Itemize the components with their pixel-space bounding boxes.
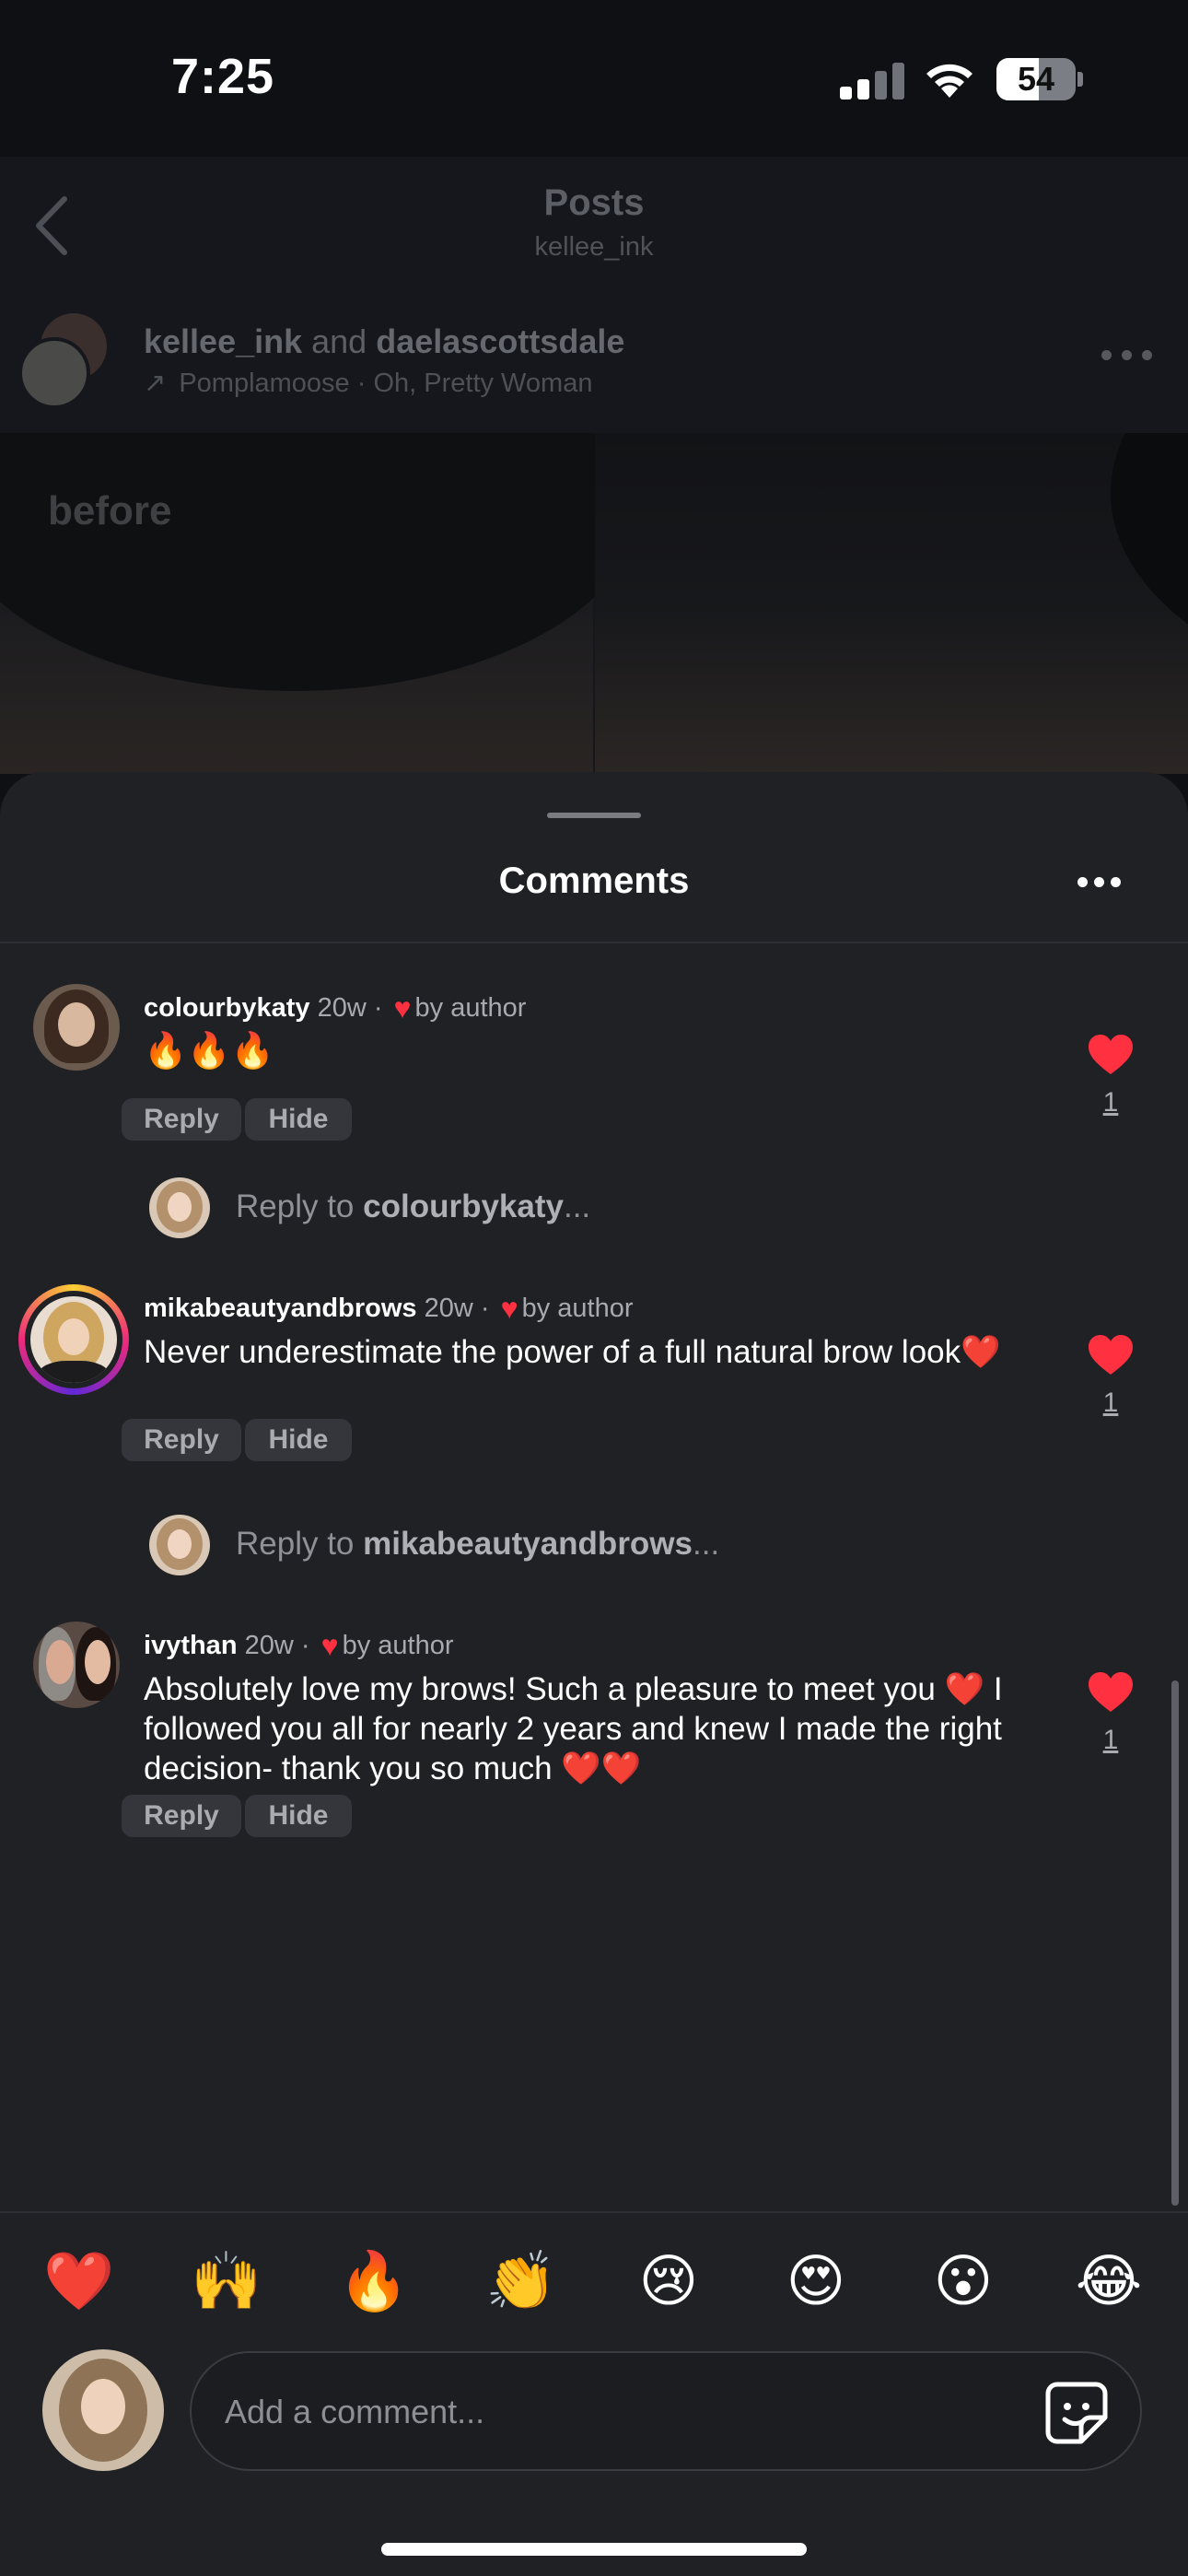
reply-button[interactable]: Reply bbox=[122, 1795, 241, 1837]
commenter-avatar[interactable] bbox=[33, 984, 120, 1071]
sheet-more-icon[interactable] bbox=[1077, 877, 1122, 888]
emoji-clapping-hands[interactable]: 👏 bbox=[484, 2244, 558, 2318]
nav-bar: Posts kellee_ink bbox=[0, 157, 1188, 295]
self-avatar-small bbox=[149, 1177, 210, 1238]
comment-meta: colourbykaty 20w · ♥ by author bbox=[144, 991, 527, 1025]
reply-prompt-user: colourbykaty bbox=[363, 1188, 564, 1224]
emoji-fire[interactable]: 🔥 bbox=[337, 2244, 411, 2318]
emoji-surprised-face[interactable]: 😮 bbox=[926, 2244, 1000, 2318]
commenter-avatar[interactable] bbox=[18, 1284, 129, 1395]
wifi-icon bbox=[926, 64, 973, 98]
like-count[interactable]: 1 bbox=[1087, 1725, 1135, 1756]
post-authors-connector: and bbox=[311, 322, 367, 360]
reply-button[interactable]: Reply bbox=[122, 1098, 241, 1141]
nav-subtitle: kellee_ink bbox=[534, 232, 654, 262]
arrow-up-right-icon: ↗ bbox=[144, 369, 167, 398]
post-background: Posts kellee_ink kellee_ink and daelasco… bbox=[0, 157, 1188, 774]
reply-button[interactable]: Reply bbox=[122, 1419, 241, 1461]
reply-prompt-prefix: Reply to bbox=[236, 1526, 364, 1562]
audio-track: Pomplamoose · Oh, Pretty Woman bbox=[179, 369, 593, 398]
sheet-title: Comments bbox=[498, 861, 690, 901]
comment-input[interactable] bbox=[225, 2384, 980, 2440]
hide-button[interactable]: Hide bbox=[245, 1098, 352, 1141]
emoji-raising-hands[interactable]: 🙌 bbox=[190, 2244, 263, 2318]
comment-text: 🔥🔥🔥 bbox=[144, 1032, 274, 1071]
comment-age: 20w bbox=[244, 1631, 294, 1660]
author-heart-icon: ♥ bbox=[500, 1292, 518, 1325]
liked-by-author: by author bbox=[342, 1631, 454, 1660]
reply-prompt[interactable]: Reply to colourbykaty... bbox=[236, 1188, 590, 1225]
scrollbar[interactable] bbox=[1171, 1680, 1179, 2206]
sticker-icon[interactable] bbox=[1044, 2381, 1109, 2445]
comment-age: 20w bbox=[317, 993, 367, 1023]
battery-indicator: 54 bbox=[996, 58, 1083, 100]
like-heart-icon[interactable] bbox=[1087, 1671, 1135, 1714]
nav-title: Posts bbox=[543, 182, 645, 223]
liked-by-author: by author bbox=[521, 1294, 634, 1323]
post-audio[interactable]: ↗ Pomplamoose · Oh, Pretty Woman bbox=[144, 367, 592, 399]
comment-username[interactable]: mikabeautyandbrows bbox=[144, 1294, 417, 1323]
post-more-icon[interactable] bbox=[1101, 350, 1153, 369]
like-count[interactable]: 1 bbox=[1087, 1087, 1135, 1118]
post-authors[interactable]: kellee_ink and daelascottsdale bbox=[144, 322, 624, 361]
screen: 7:25 54 Posts kellee_ink kellee_ink and … bbox=[0, 0, 1188, 2576]
post-image-after bbox=[595, 433, 1188, 774]
self-avatar-small bbox=[149, 1515, 210, 1575]
quick-emoji-bar: ❤️ 🙌 🔥 👏 😢 😍 😮 😂 bbox=[0, 2244, 1188, 2318]
reply-prompt[interactable]: Reply to mikabeautyandbrows... bbox=[236, 1526, 719, 1563]
collab-avatar-primary[interactable] bbox=[18, 337, 90, 409]
author-heart-icon: ♥ bbox=[393, 991, 412, 1025]
commenter-avatar[interactable] bbox=[33, 1622, 120, 1708]
emoji-red-heart[interactable]: ❤️ bbox=[42, 2244, 116, 2318]
battery-percentage: 54 bbox=[1017, 60, 1055, 98]
comment-input-pill[interactable] bbox=[190, 2351, 1142, 2471]
reply-prompt-suffix: ... bbox=[693, 1526, 720, 1562]
status-time: 7:25 bbox=[171, 49, 275, 104]
reply-prompt-suffix: ... bbox=[563, 1188, 591, 1224]
before-label: before bbox=[48, 488, 172, 533]
hide-button[interactable]: Hide bbox=[245, 1419, 352, 1461]
comment-age: 20w bbox=[424, 1294, 473, 1323]
comment-composer-area: ❤️ 🙌 🔥 👏 😢 😍 😮 😂 bbox=[0, 2211, 1188, 2576]
reply-prompt-user: mikabeautyandbrows bbox=[363, 1526, 693, 1562]
hide-button[interactable]: Hide bbox=[245, 1795, 352, 1837]
post-author-2[interactable]: daelascottsdale bbox=[376, 322, 624, 360]
post-image-before bbox=[0, 433, 645, 774]
reply-prompt-prefix: Reply to bbox=[236, 1188, 364, 1224]
comment-username[interactable]: colourbykaty bbox=[144, 993, 310, 1023]
reply-prompt-row[interactable]: Reply to colourbykaty... bbox=[0, 1177, 1188, 1242]
post-image[interactable] bbox=[0, 433, 1188, 774]
emoji-heart-eyes[interactable]: 😍 bbox=[779, 2244, 853, 2318]
reply-prompt-row[interactable]: Reply to mikabeautyandbrows... bbox=[0, 1515, 1188, 1579]
like-heart-icon[interactable] bbox=[1087, 1034, 1135, 1076]
cellular-signal-icon bbox=[840, 61, 904, 100]
comment-text: Never underestimate the power of a full … bbox=[144, 1334, 1001, 1370]
comment-meta: mikabeautyandbrows 20w · ♥ by author bbox=[144, 1292, 634, 1325]
home-indicator[interactable] bbox=[381, 2543, 807, 2556]
post-author-1[interactable]: kellee_ink bbox=[144, 322, 302, 360]
self-avatar bbox=[42, 2349, 164, 2471]
status-bar: 7:25 54 bbox=[0, 0, 1188, 157]
comment-text: Absolutely love my brows! Such a pleasur… bbox=[144, 1671, 1003, 1786]
author-heart-icon: ♥ bbox=[320, 1629, 339, 1662]
like-heart-icon[interactable] bbox=[1087, 1334, 1135, 1376]
divider bbox=[0, 942, 1188, 943]
comment-meta: ivythan 20w · ♥ by author bbox=[144, 1629, 454, 1662]
sheet-grabber[interactable] bbox=[547, 813, 641, 818]
emoji-crying-face[interactable]: 😢 bbox=[632, 2244, 705, 2318]
like-count[interactable]: 1 bbox=[1087, 1388, 1135, 1419]
emoji-tears-of-joy[interactable]: 😂 bbox=[1072, 2244, 1146, 2318]
comment-username[interactable]: ivythan bbox=[144, 1631, 238, 1660]
liked-by-author: by author bbox=[414, 993, 527, 1023]
